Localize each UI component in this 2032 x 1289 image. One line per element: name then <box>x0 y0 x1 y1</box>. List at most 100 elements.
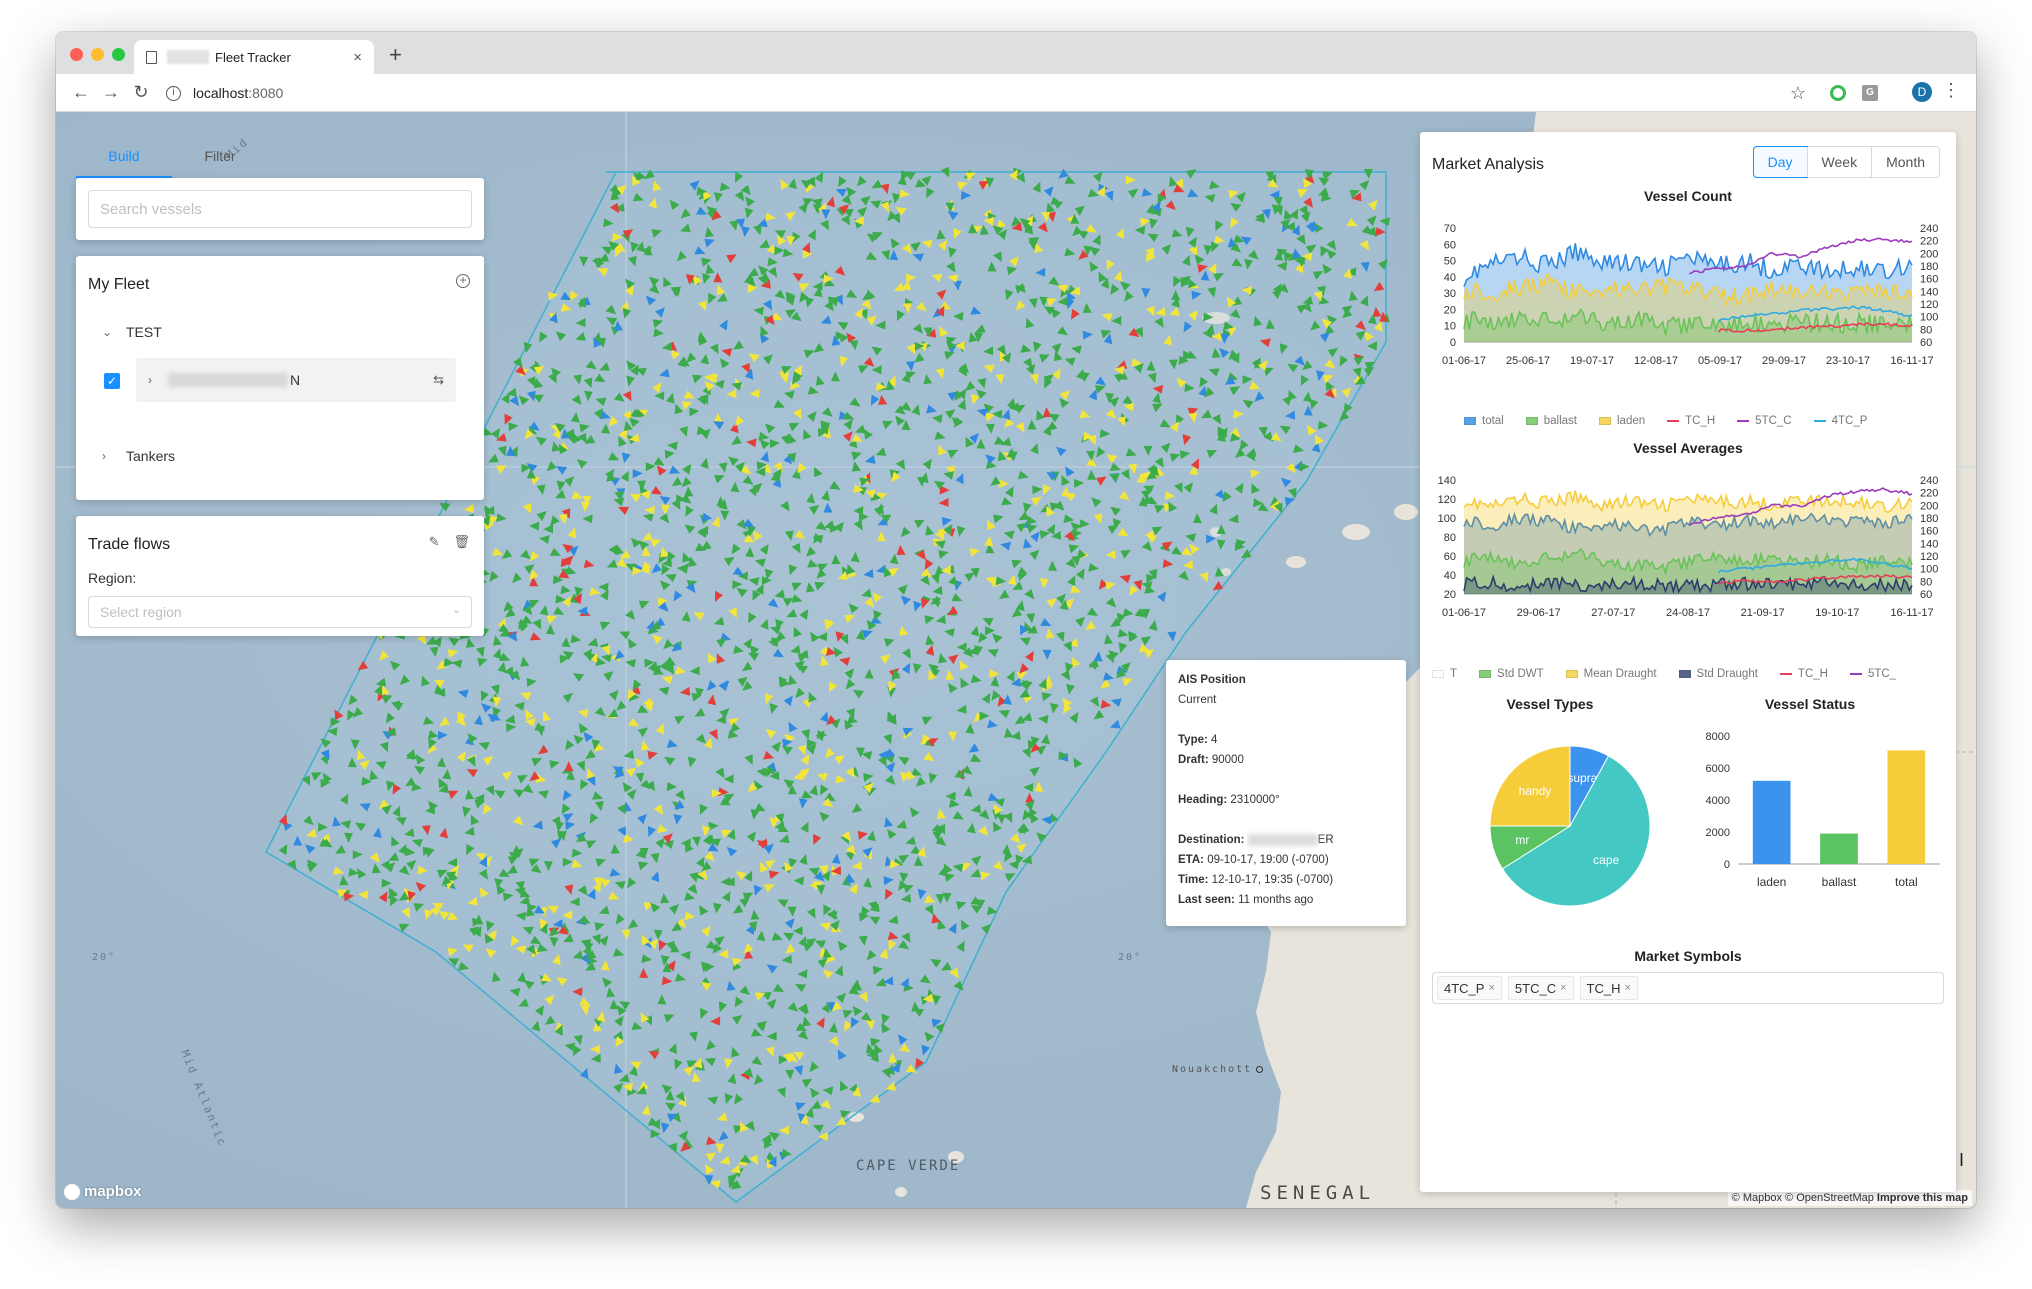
y-left-tick: 70 <box>1444 223 1456 235</box>
y-tick: 8000 <box>1706 731 1730 743</box>
popup-destination-label: Destination: <box>1178 834 1245 847</box>
my-fleet-title: My Fleet <box>88 276 150 293</box>
legend-item[interactable]: 4TC_P <box>1813 415 1867 427</box>
vessel-item[interactable]: › N ⇆ <box>136 358 456 402</box>
address-bar[interactable]: i localhost:8080 <box>166 79 1806 107</box>
forward-icon[interactable]: → <box>96 82 126 103</box>
vessel-averages-chart[interactable]: 2040608010012014060801001201401601802002… <box>1420 460 1956 640</box>
x-tick: 21-09-17 <box>1741 607 1785 619</box>
legend-item[interactable]: TC_H <box>1779 668 1828 680</box>
legend-label: Mean Draught <box>1583 668 1657 680</box>
remove-tag-icon[interactable]: × <box>1488 982 1494 994</box>
legend-swatch <box>1599 417 1611 425</box>
reload-icon[interactable]: ↻ <box>126 82 156 103</box>
legend-item[interactable]: T <box>1432 668 1457 680</box>
extension-icon[interactable] <box>1830 85 1846 101</box>
redacted-vessel-name <box>168 373 288 387</box>
legend-label: total <box>1482 415 1504 427</box>
symbol-tag[interactable]: 4TC_P × <box>1437 976 1502 1000</box>
city-dot-icon <box>1256 1066 1263 1073</box>
legend-item[interactable]: Mean Draught <box>1565 668 1657 680</box>
remove-tag-icon[interactable]: × <box>1560 982 1566 994</box>
fleet-group-test[interactable]: ⌄ TEST <box>102 324 162 340</box>
legend-item[interactable]: Std Draught <box>1678 668 1758 680</box>
legend-item[interactable]: Std DWT <box>1479 668 1544 680</box>
legend-label: Std DWT <box>1497 668 1544 680</box>
map-canvas[interactable]: Mid Mid Atlantic 20° 20° CAPE VERDE SENE… <box>56 112 1976 1208</box>
search-card: Search vessels <box>76 178 484 240</box>
chevron-right-icon[interactable]: › <box>148 373 168 387</box>
map-label-senegal: SENEGAL <box>1260 1182 1376 1204</box>
attribution-improve[interactable]: Improve this map <box>1877 1192 1968 1204</box>
tab-close-icon[interactable]: × <box>353 49 362 66</box>
attribution-osm[interactable]: © OpenStreetMap <box>1785 1192 1874 1204</box>
period-toggle: Day Week Month <box>1752 146 1940 178</box>
chevron-right-icon[interactable]: › <box>102 449 126 463</box>
y-left-tick: 20 <box>1444 304 1456 316</box>
fleet-group-label: TEST <box>126 324 162 340</box>
extension-g-icon[interactable]: G <box>1862 85 1878 101</box>
market-symbols-select[interactable]: 4TC_P × 5TC_C × TC_H × <box>1432 972 1944 1004</box>
chevron-down-icon[interactable]: ⌄ <box>102 325 126 339</box>
bookmark-star-icon[interactable]: ☆ <box>1790 83 1806 104</box>
attribution-mapbox[interactable]: © Mapbox <box>1732 1192 1782 1204</box>
legend-swatch <box>1525 417 1538 425</box>
legend-swatch <box>1432 670 1444 678</box>
remove-tag-icon[interactable]: × <box>1624 982 1630 994</box>
popup-eta-value: 09-10-17, 19:00 (-0700) <box>1207 854 1329 866</box>
legend-item[interactable]: total <box>1464 415 1504 427</box>
redacted-text <box>167 50 209 64</box>
legend-swatch <box>1813 420 1826 422</box>
tab-filter[interactable]: Filter <box>172 142 268 178</box>
delete-icon[interactable]: 🗑 <box>453 534 470 550</box>
browser-menu-icon[interactable]: ⋮ <box>1942 80 1960 101</box>
maximize-window-button[interactable] <box>112 48 125 61</box>
vessel-averages-legend: T Std DWT Mean Draught Std Draught TC_H 5TC_ <box>1432 668 1942 680</box>
minimize-window-button[interactable] <box>91 48 104 61</box>
period-week-button[interactable]: Week <box>1806 147 1872 177</box>
y-tick: 6000 <box>1706 763 1730 775</box>
vessel-types-pie[interactable]: supra cape mr handy <box>1430 722 1680 922</box>
fleet-group-tankers[interactable]: › Tankers <box>102 448 175 464</box>
y-left-tick: 80 <box>1444 532 1456 544</box>
popup-lastseen-value: 11 months ago <box>1238 894 1314 906</box>
close-window-button[interactable] <box>70 48 83 61</box>
legend-item[interactable]: ballast <box>1525 415 1577 427</box>
period-day-button[interactable]: Day <box>1752 146 1808 178</box>
browser-tab[interactable]: Fleet Tracker × <box>134 40 374 74</box>
search-vessels-input[interactable]: Search vessels <box>88 190 472 228</box>
tab-title: Fleet Tracker <box>215 49 291 65</box>
legend-item[interactable]: TC_H <box>1667 415 1715 427</box>
new-tab-button[interactable]: + <box>389 42 402 68</box>
legend-item[interactable]: 5TC_ <box>1849 668 1896 680</box>
legend-item[interactable]: 5TC_C <box>1737 415 1792 427</box>
y-right-tick: 180 <box>1920 261 1938 273</box>
bar-total <box>1887 750 1926 864</box>
legend-swatch <box>1779 673 1792 675</box>
profile-avatar[interactable]: D <box>1912 82 1932 102</box>
vessel-status-bar[interactable]: 0 2000 4000 6000 8000 laden ballast total <box>1678 716 1948 926</box>
y-tick: 0 <box>1724 859 1730 871</box>
period-month-button[interactable]: Month <box>1871 147 1939 177</box>
region-select[interactable]: Select region ⌄ <box>88 596 472 628</box>
back-icon[interactable]: ← <box>66 82 96 103</box>
x-tick: total <box>1895 875 1918 889</box>
y-left-tick: 20 <box>1444 589 1456 601</box>
tab-build[interactable]: Build <box>76 142 172 178</box>
vessel-checkbox[interactable]: ✓ <box>104 373 120 389</box>
symbol-tag[interactable]: 5TC_C × <box>1507 976 1574 1000</box>
mapbox-logo[interactable]: mapbox <box>64 1183 142 1200</box>
y-right-tick: 160 <box>1920 526 1938 538</box>
x-tick: 27-07-17 <box>1591 607 1635 619</box>
swap-icon[interactable]: ⇆ <box>433 372 444 388</box>
x-tick: laden <box>1757 875 1786 889</box>
edit-icon[interactable]: ✎ <box>429 534 440 550</box>
popup-heading-value: 2310000° <box>1230 794 1280 806</box>
vessel-count-chart[interactable]: 0102030405060706080100120140160180200220… <box>1420 208 1956 388</box>
map-label-nouakchott: Nouakchott <box>1172 1064 1253 1075</box>
legend-swatch <box>1849 673 1862 675</box>
add-fleet-icon[interactable]: + <box>456 274 470 288</box>
info-icon[interactable]: i <box>166 85 181 101</box>
legend-item[interactable]: laden <box>1599 415 1645 427</box>
symbol-tag[interactable]: TC_H × <box>1579 976 1638 1000</box>
